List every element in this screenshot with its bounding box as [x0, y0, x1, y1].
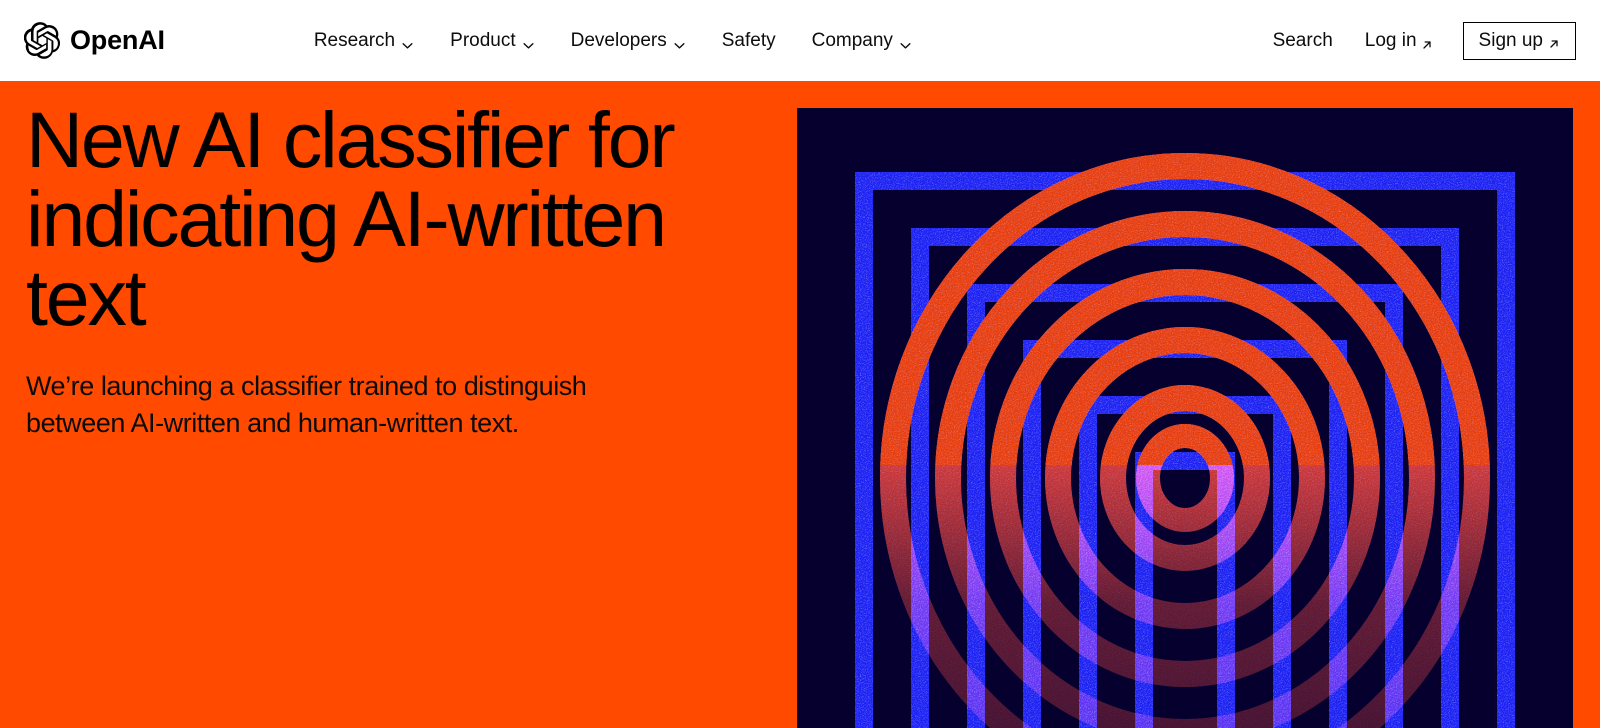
chevron-down-icon — [673, 36, 686, 49]
nav-item-company[interactable]: Company — [794, 24, 930, 58]
signup-label: Sign up — [1478, 29, 1543, 51]
nav-item-safety-label: Safety — [721, 29, 776, 51]
hero-subtitle: We’re launching a classifier trained to … — [26, 371, 587, 438]
chevron-down-icon — [401, 36, 414, 49]
hero-copy-block: New AI classifier for indicating AI-writ… — [26, 100, 756, 442]
hero-section: New AI classifier for indicating AI-writ… — [0, 81, 1600, 728]
nav-item-research[interactable]: Research — [296, 24, 432, 58]
brand-home-link[interactable]: OpenAI — [23, 0, 165, 81]
openai-logomark-icon — [23, 22, 61, 59]
search-button[interactable]: Search — [1257, 24, 1349, 58]
nav-item-safety[interactable]: Safety — [704, 24, 794, 58]
nav-item-research-label: Research — [313, 29, 396, 51]
signup-button[interactable]: Sign up — [1462, 21, 1576, 60]
brand-name-label: OpenAI — [70, 25, 165, 55]
login-link[interactable]: Log in — [1349, 24, 1449, 58]
login-label: Log in — [1364, 29, 1417, 51]
hero-artwork — [797, 108, 1573, 728]
nav-item-company-label: Company — [811, 29, 893, 51]
nav-item-product[interactable]: Product — [432, 24, 552, 58]
search-label: Search — [1272, 29, 1333, 51]
page-root: OpenAI Research Product Developers Safet… — [0, 0, 1600, 728]
page-title: New AI classifier for indicating AI-writ… — [26, 95, 676, 342]
chevron-down-icon — [522, 36, 535, 49]
chevron-down-icon — [899, 36, 912, 49]
nav-item-developers-label: Developers — [570, 29, 667, 51]
primary-nav-links: Research Product Developers Safety Compa… — [296, 24, 930, 58]
arrow-up-right-icon — [1421, 35, 1433, 49]
top-navigation-bar: OpenAI Research Product Developers Safet… — [0, 0, 1600, 81]
nav-actions: Search Log in Sign up — [1257, 21, 1576, 60]
nav-item-developers[interactable]: Developers — [553, 24, 704, 58]
hero-artwork-graphic — [797, 108, 1573, 728]
nav-item-product-label: Product — [450, 29, 516, 51]
arrow-up-right-icon — [1548, 35, 1560, 48]
